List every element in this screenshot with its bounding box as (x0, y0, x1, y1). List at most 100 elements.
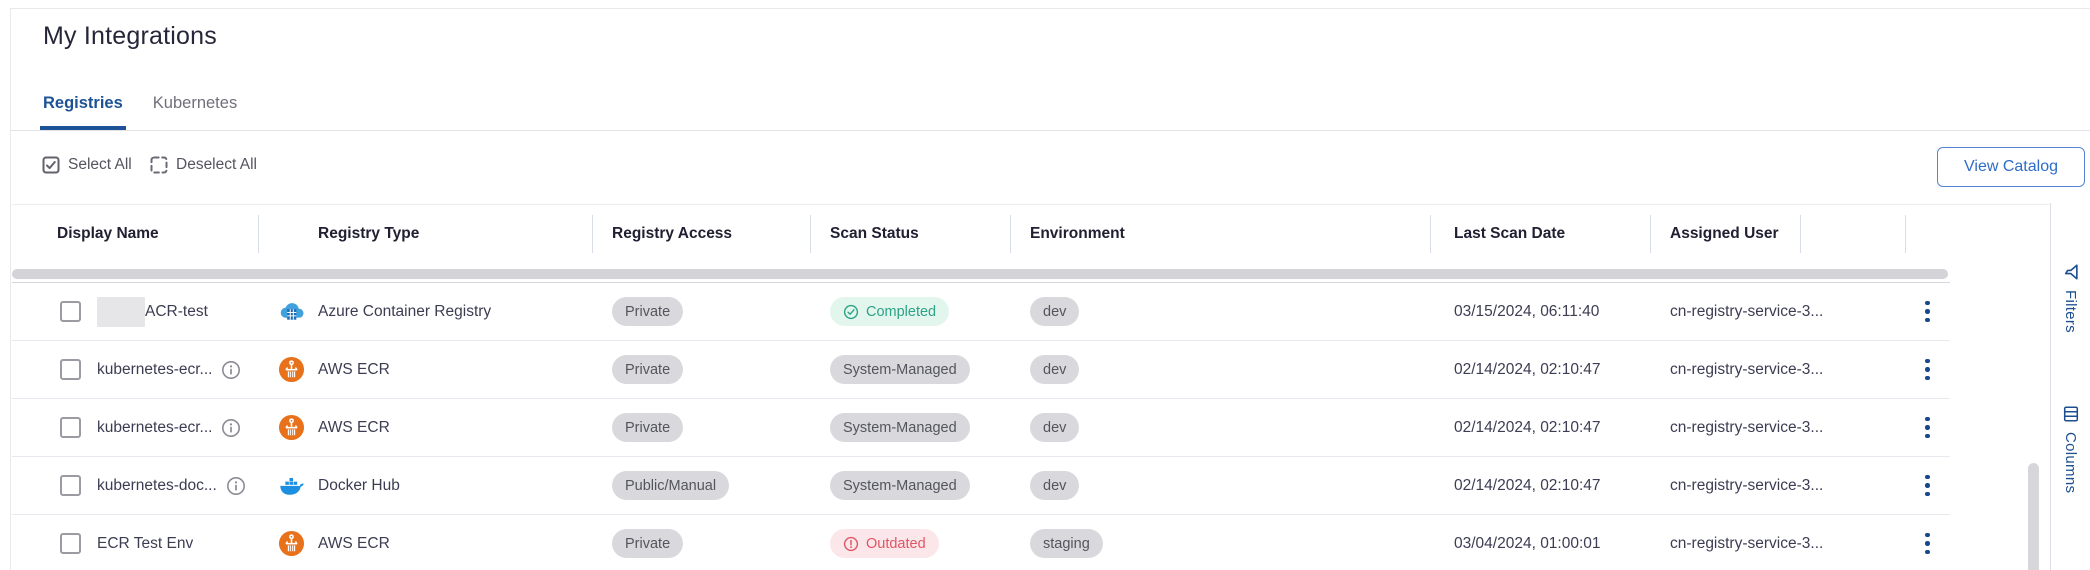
environment-cell: staging (1010, 529, 1430, 558)
registry-type-cell: Azure Container Registry (258, 298, 592, 325)
alert-circle-icon (843, 536, 859, 552)
last-scan-date-cell: 02/14/2024, 02:10:47 (1430, 477, 1650, 495)
columns-icon (2062, 405, 2080, 423)
scan-status-badge: Completed (830, 297, 949, 326)
row-checkbox[interactable] (60, 475, 81, 496)
dashed-selection-icon (150, 156, 168, 174)
environment-badge: dev (1043, 362, 1066, 378)
scan-status-cell: System-Managed (810, 413, 1010, 442)
display-name-text: kubernetes-ecr... (97, 419, 212, 437)
assigned-user-cell: cn-registry-service-3... (1650, 419, 1800, 437)
deselect-all-button[interactable]: Deselect All (150, 152, 257, 178)
info-icon[interactable] (226, 476, 246, 496)
registry-access-badge: Public/Manual (625, 478, 716, 494)
last-scan-date-cell: 02/14/2024, 02:10:47 (1430, 419, 1650, 437)
scan-status-label: Outdated (866, 536, 926, 552)
column-header-registry-access[interactable]: Registry Access (592, 205, 810, 262)
environment-cell: dev (1010, 413, 1430, 442)
row-checkbox[interactable] (60, 301, 81, 322)
display-name-cell: ACR-test (12, 297, 258, 327)
tab-registries[interactable]: Registries (40, 94, 126, 130)
display-name-cell: kubernetes-doc... (12, 475, 258, 496)
scan-status-cell: System-Managed (810, 355, 1010, 384)
table-row[interactable]: ECR Test Env AWS ECR Private Out (12, 515, 1950, 570)
registry-access-badge: Private (625, 420, 670, 436)
environment-cell: dev (1010, 355, 1430, 384)
kebab-menu-icon[interactable] (1917, 471, 1938, 501)
scan-status-badge: System-Managed (830, 471, 970, 500)
table-row[interactable]: kubernetes-doc... Docker Hub Public/Manu… (12, 457, 1950, 515)
docker-hub-icon (278, 472, 305, 499)
azure-container-registry-icon (278, 298, 305, 325)
table-row[interactable]: kubernetes-ecr... AWS ECR Private (12, 341, 1950, 399)
columns-panel-button[interactable]: Columns (2062, 405, 2080, 493)
assigned-user-cell: cn-registry-service-3... (1650, 303, 1800, 321)
select-all-label: Select All (68, 156, 132, 174)
row-checkbox[interactable] (60, 533, 81, 554)
display-name-cell: ECR Test Env (12, 533, 258, 554)
column-header-last-scan-date[interactable]: Last Scan Date (1430, 205, 1650, 262)
check-circle-icon (843, 304, 859, 320)
scan-status-label: Completed (866, 304, 936, 320)
scan-status-label: System-Managed (843, 478, 957, 494)
select-all-button[interactable]: Select All (42, 152, 132, 178)
column-header-display-name[interactable]: Display Name (12, 205, 258, 262)
assigned-user-cell: cn-registry-service-3... (1650, 477, 1800, 495)
scan-status-label: System-Managed (843, 420, 957, 436)
environment-badge: dev (1043, 304, 1066, 320)
table-row[interactable]: ACR-test Azure Container Registry Privat… (12, 283, 1950, 341)
last-scan-date-cell: 03/04/2024, 01:00:01 (1430, 535, 1650, 553)
column-header-assigned-user[interactable]: Assigned User (1650, 205, 1800, 262)
row-actions-cell (1905, 297, 1950, 327)
row-actions-cell (1905, 471, 1950, 501)
info-icon[interactable] (221, 360, 241, 380)
row-checkbox[interactable] (60, 359, 81, 380)
filters-panel-button[interactable]: Filters (2062, 263, 2080, 333)
registry-type-text: Docker Hub (318, 477, 400, 495)
last-scan-date-cell: 03/15/2024, 06:11:40 (1430, 303, 1650, 321)
scan-status-cell: System-Managed (810, 471, 1010, 500)
registry-access-badge: Private (625, 362, 670, 378)
kebab-menu-icon[interactable] (1917, 413, 1938, 443)
info-icon[interactable] (221, 418, 241, 438)
scan-status-cell: Completed (810, 297, 1010, 326)
row-actions-cell (1905, 413, 1950, 443)
assigned-user-cell: cn-registry-service-3... (1650, 361, 1800, 379)
assigned-user-cell: cn-registry-service-3... (1650, 535, 1800, 553)
kebab-menu-icon[interactable] (1917, 355, 1938, 385)
display-name-text: kubernetes-doc... (97, 477, 217, 495)
registry-access-cell: Public/Manual (592, 471, 810, 500)
environment-badge: dev (1043, 420, 1066, 436)
row-actions-cell (1905, 355, 1950, 385)
filters-panel-label: Filters (2062, 290, 2079, 333)
display-name-cell: kubernetes-ecr... (12, 417, 258, 438)
registry-access-cell: Private (592, 355, 810, 384)
column-header-scan-status[interactable]: Scan Status (810, 205, 1010, 262)
table-body: ACR-test Azure Container Registry Privat… (12, 283, 1950, 570)
environment-badge: staging (1043, 536, 1090, 552)
column-header-environment[interactable]: Environment (1010, 205, 1430, 262)
registry-type-text: AWS ECR (318, 361, 390, 379)
horizontal-scrollbar (12, 266, 1950, 283)
top-divider (10, 8, 2090, 9)
redacted-text (97, 297, 145, 327)
environment-cell: dev (1010, 297, 1430, 326)
display-name-text: ACR-test (145, 303, 208, 321)
row-checkbox[interactable] (60, 417, 81, 438)
kebab-menu-icon[interactable] (1917, 297, 1938, 327)
aws-ecr-icon (278, 530, 305, 557)
display-name-text: kubernetes-ecr... (97, 361, 212, 379)
table-row[interactable]: kubernetes-ecr... AWS ECR Private (12, 399, 1950, 457)
vertical-scrollbar-thumb[interactable] (2028, 463, 2039, 570)
column-header-actions (1905, 205, 1950, 262)
kebab-menu-icon[interactable] (1917, 529, 1938, 559)
column-header-registry-type[interactable]: Registry Type (258, 205, 592, 262)
registry-access-badge: Private (625, 536, 670, 552)
aws-ecr-icon (278, 356, 305, 383)
environment-cell: dev (1010, 471, 1430, 500)
horizontal-scrollbar-thumb[interactable] (12, 269, 1948, 279)
view-catalog-button[interactable]: View Catalog (1937, 147, 2085, 187)
tab-bar: Registries Kubernetes (40, 94, 240, 130)
tab-kubernetes[interactable]: Kubernetes (150, 94, 240, 130)
registry-access-cell: Private (592, 529, 810, 558)
